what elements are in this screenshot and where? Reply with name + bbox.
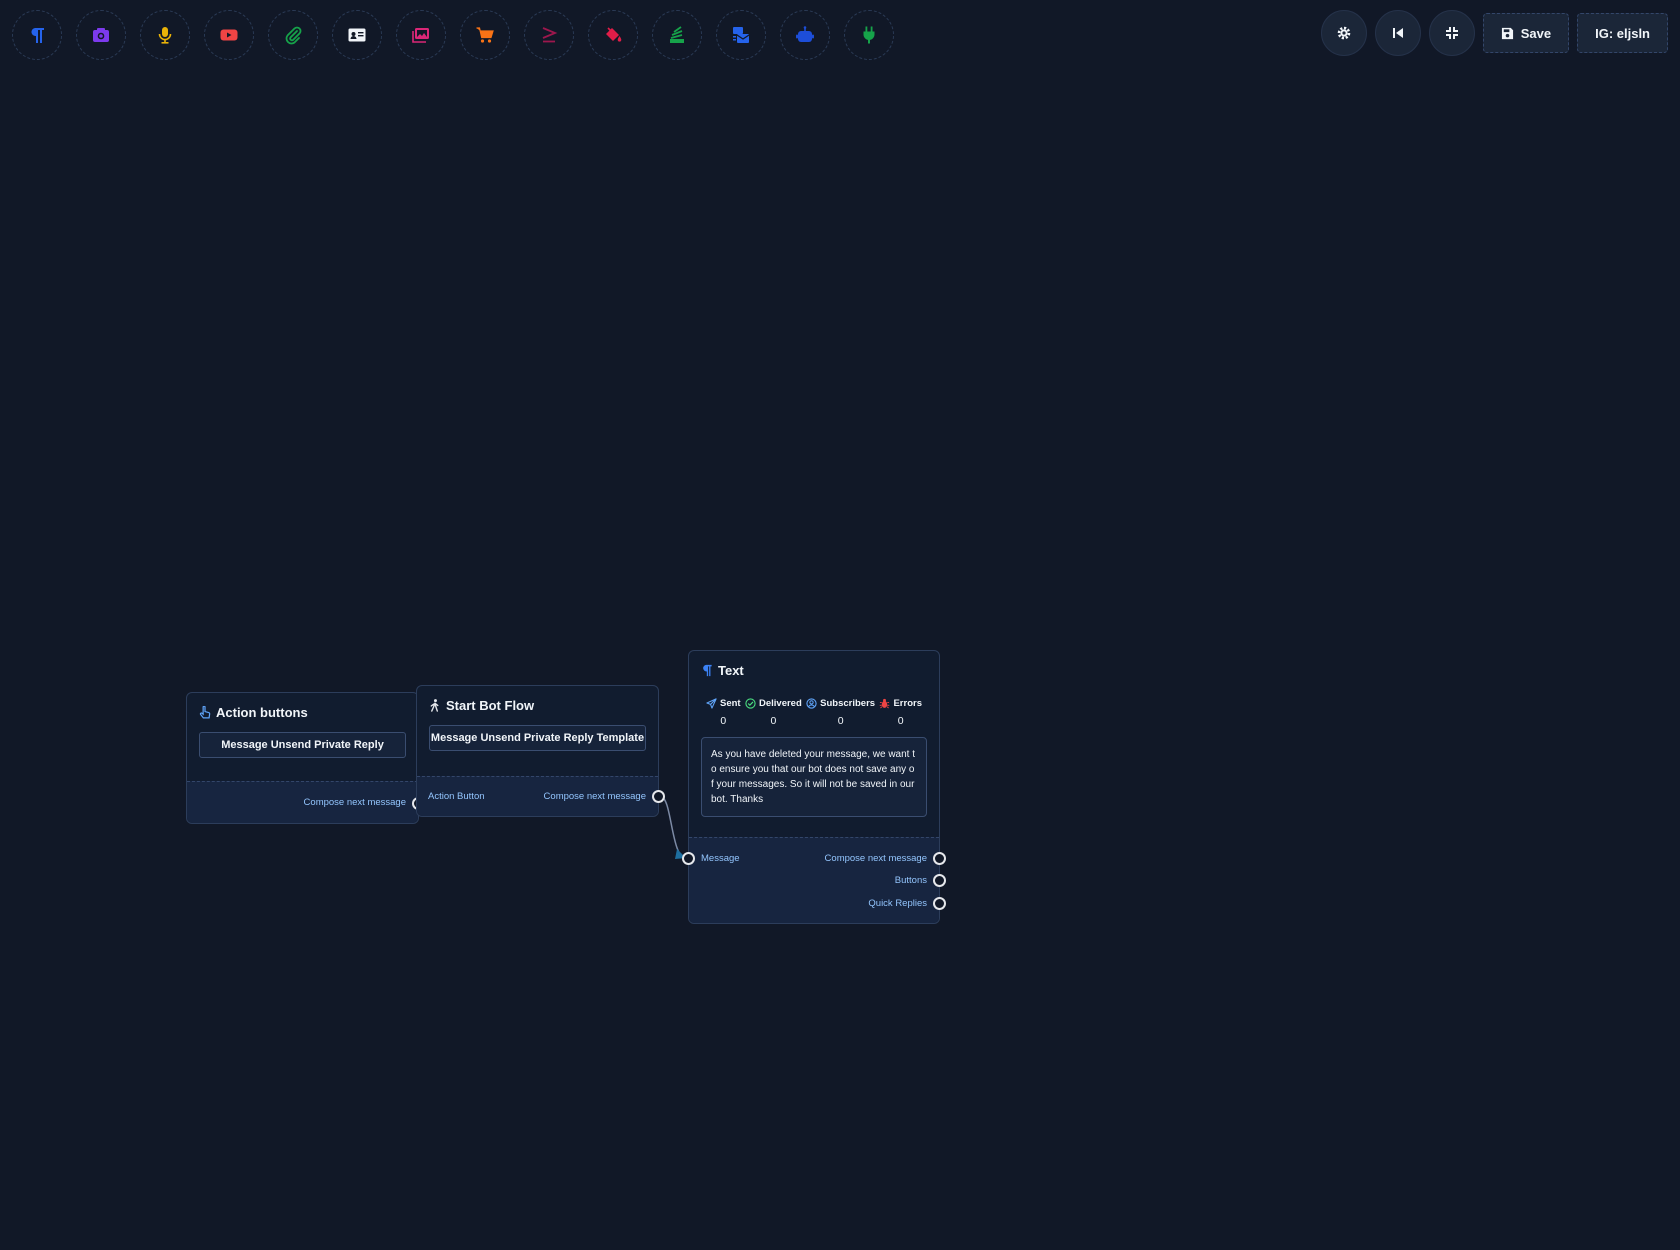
action-buttons-node[interactable]: Action buttons Message Unsend Private Re… [186,692,425,824]
start-bot-flow-node[interactable]: Start Bot Flow Message Unsend Private Re… [416,685,665,817]
walking-person-icon [430,699,439,712]
stat-value: 0 [837,715,844,727]
stat-value: 0 [770,715,777,727]
flow-template-select[interactable]: Message Unsend Private Reply Template [429,725,646,751]
node-header: Start Bot Flow [417,686,658,713]
floppy-disk-icon [1501,27,1513,39]
account-button[interactable]: IG: eljsln [1577,13,1668,53]
output-label-quick-replies: Quick Replies [868,898,927,909]
microphone-icon [158,27,172,44]
audio-element-button[interactable] [140,10,190,60]
input-label: Message [701,853,740,864]
input-label: Action Button [428,791,485,802]
output-label-buttons: Buttons [894,875,927,886]
integration-element-button[interactable] [844,10,894,60]
image-element-button[interactable] [76,10,126,60]
node-footer: Message Compose next message Buttons Qui… [689,837,939,923]
camera-icon [93,28,109,42]
paint-bucket-icon [606,27,622,42]
stat-value: 0 [897,715,904,727]
collapse-button[interactable] [1428,10,1475,56]
bug-icon [880,698,890,709]
greater-equal-icon [542,27,558,43]
video-element-button[interactable] [204,10,254,60]
output-label-compose: Compose next message [824,853,927,864]
stat-value: 0 [720,715,727,727]
card-element-button[interactable] [332,10,382,60]
node-footer: Action Button Compose next message [417,776,658,816]
youtube-icon [220,29,238,41]
cart-icon [476,27,494,43]
send-icon [706,698,717,709]
gear-icon [1337,26,1351,40]
output-port-buttons[interactable] [933,874,946,887]
stat-delivered: Delivered 0 [745,698,802,727]
output-port-compose[interactable] [933,852,946,865]
stat-sent: Sent 0 [706,698,741,727]
account-label: IG: eljsln [1595,25,1650,41]
output-port-quick-replies[interactable] [933,897,946,910]
settings-button[interactable] [1320,10,1367,56]
stat-subscribers: Subscribers 0 [806,698,875,727]
text-element-button[interactable] [12,10,62,60]
element-toolbar [12,10,894,60]
file-element-button[interactable] [268,10,318,60]
paragraph-icon [31,28,44,43]
connection-lines [404,788,688,860]
skip-back-icon [1392,28,1403,38]
mail-bulk-icon [733,27,750,43]
condition-element-button[interactable] [524,10,574,60]
images-icon [412,28,429,43]
sequence-element-button[interactable] [652,10,702,60]
paragraph-icon [703,664,712,677]
stat-errors: Errors 0 [879,698,922,727]
id-card-icon [348,28,366,42]
ecommerce-element-button[interactable] [460,10,510,60]
save-button[interactable]: Save [1482,13,1570,53]
node-footer: Compose next message [187,781,418,823]
gallery-element-button[interactable] [396,10,446,60]
stack-icon [670,26,684,43]
node-title: Text [718,663,744,678]
text-node[interactable]: Text Sent 0 Delivered 0 Subscribers 0 Er… [682,650,946,924]
node-header: Text [689,651,939,678]
flow-actions-toolbar: Save IG: eljsln [1320,10,1668,56]
email-element-button[interactable] [716,10,766,60]
save-label: Save [1520,25,1552,41]
message-stats: Sent 0 Delivered 0 Subscribers 0 Errors … [689,698,939,727]
paperclip-icon [285,26,302,45]
compress-icon [1445,27,1458,39]
check-circle-icon [745,698,756,709]
message-text[interactable]: As you have deleted your message, we wan… [701,737,927,817]
action-button-select[interactable]: Message Unsend Private Reply [199,732,406,758]
output-port-compose[interactable] [652,790,665,803]
robot-icon [796,26,814,42]
node-header: Action buttons [187,693,418,720]
pointer-hand-icon [199,706,211,719]
back-button[interactable] [1374,10,1421,56]
plug-icon [863,26,875,44]
ai-bot-element-button[interactable] [780,10,830,60]
flow-canvas[interactable]: Save IG: eljsln Action buttons Message U… [0,0,1680,1250]
node-title: Start Bot Flow [446,698,535,713]
connection-startflow-to-text [660,796,688,860]
output-label: Compose next message [543,791,646,802]
output-label: Compose next message [303,797,406,808]
user-input-element-button[interactable] [588,10,638,60]
node-title: Action buttons [216,705,308,720]
user-circle-icon [806,698,817,709]
input-port-message[interactable] [682,852,695,865]
